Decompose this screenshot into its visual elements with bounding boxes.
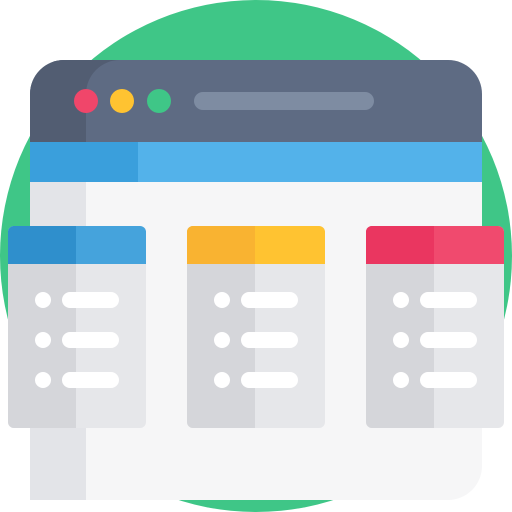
card-blue: [8, 226, 146, 428]
illustration: [0, 0, 512, 512]
list-bullet-icon: [214, 292, 230, 308]
list-bullet-icon: [393, 332, 409, 348]
nav-band-shadow: [30, 142, 138, 182]
card-red: [366, 226, 504, 428]
maximize-dot-icon: [147, 89, 171, 113]
list-bullet-icon: [35, 332, 51, 348]
list-item-line: [241, 332, 298, 348]
card-header-shadow: [8, 226, 76, 264]
list-bullet-icon: [393, 372, 409, 388]
list-bullet-icon: [393, 292, 409, 308]
card-yellow: [187, 226, 325, 428]
list-item-line: [420, 292, 477, 308]
list-item-line: [62, 332, 119, 348]
list-item-line: [62, 372, 119, 388]
card-header-shadow: [366, 226, 434, 264]
list-bullet-icon: [214, 372, 230, 388]
minimize-dot-icon: [110, 89, 134, 113]
list-item-line: [62, 292, 119, 308]
list-bullet-icon: [214, 332, 230, 348]
list-item-line: [420, 372, 477, 388]
list-cards: [8, 226, 504, 428]
list-item-line: [241, 372, 298, 388]
list-item-line: [241, 292, 298, 308]
address-bar: [194, 92, 374, 110]
browser-list-illustration: [0, 0, 512, 512]
list-bullet-icon: [35, 292, 51, 308]
list-bullet-icon: [35, 372, 51, 388]
list-item-line: [420, 332, 477, 348]
close-dot-icon: [74, 89, 98, 113]
card-header-shadow: [187, 226, 255, 264]
